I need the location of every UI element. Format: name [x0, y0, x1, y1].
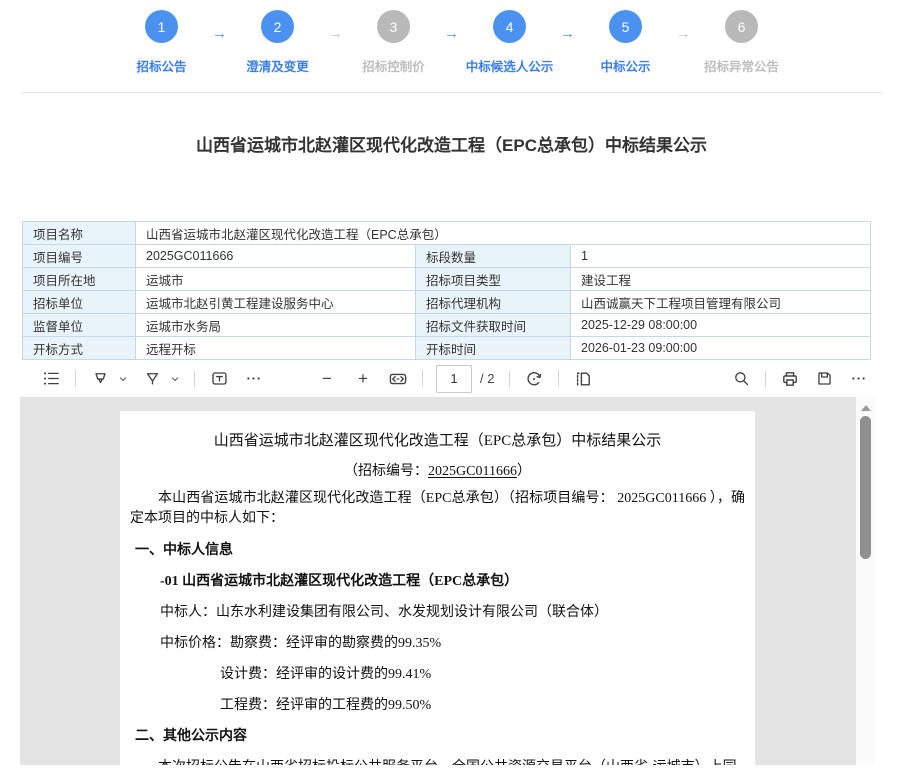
- field-label: 开标时间: [416, 337, 571, 360]
- field-value: 1: [571, 245, 871, 268]
- save-icon[interactable]: [814, 369, 834, 389]
- tender-code-line: （招标编号：2025GC011666）: [130, 462, 745, 481]
- search-icon[interactable]: [731, 369, 751, 389]
- toolbar-separator: [509, 370, 510, 387]
- field-value: 山西省运城市北赵灌区现代化改造工程（EPC总承包）: [136, 222, 871, 245]
- draw-icon[interactable]: [142, 369, 162, 389]
- arrow-right-icon: →: [325, 25, 347, 42]
- field-value: 远程开标: [136, 337, 416, 360]
- toolbar-separator: [194, 370, 195, 387]
- chevron-down-icon[interactable]: [169, 373, 181, 385]
- table-row: 监督单位 运城市水务局 招标文件获取时间 2025-12-29 08:00:00: [23, 314, 871, 337]
- field-value: 运城市水务局: [136, 314, 416, 337]
- field-value: 山西诚赢天下工程项目管理有限公司: [571, 291, 871, 314]
- document-title: 山西省运城市北赵灌区现代化改造工程（EPC总承包）中标结果公示: [130, 429, 745, 450]
- field-value: 2026-01-23 09:00:00: [571, 337, 871, 360]
- section1-heading: 一、中标人信息: [135, 541, 745, 560]
- step-label: 招标控制价: [362, 56, 425, 75]
- table-row: 开标方式 远程开标 开标时间 2026-01-23 09:00:00: [23, 337, 871, 360]
- field-label: 开标方式: [23, 337, 136, 360]
- toolbar-separator: [558, 370, 559, 387]
- zoom-in-icon[interactable]: +: [352, 369, 374, 389]
- field-label: 项目编号: [23, 245, 136, 268]
- vertical-scrollbar[interactable]: [856, 397, 875, 765]
- fit-width-icon[interactable]: [388, 369, 408, 389]
- zoom-out-icon[interactable]: −: [316, 369, 338, 389]
- intro-paragraph: 本山西省运城市北赵灌区现代化改造工程（EPC总承包）（招标项目编号： 2025G…: [130, 489, 745, 529]
- outline-icon[interactable]: [41, 369, 61, 389]
- section2-heading: 二、其他公示内容: [135, 727, 745, 746]
- stepper-step-award-publicity[interactable]: 5 中标公示: [579, 10, 673, 75]
- field-label: 招标单位: [23, 291, 136, 314]
- highlight-icon[interactable]: [90, 369, 110, 389]
- pdf-viewer: 山西省运城市北赵灌区现代化改造工程（EPC总承包）中标结果公示 （招标编号：20…: [20, 397, 875, 765]
- field-value: 运城市: [136, 268, 416, 291]
- stepper-step-abnormal-notice[interactable]: 6 招标异常公告: [695, 10, 789, 75]
- table-row: 项目名称 山西省运城市北赵灌区现代化改造工程（EPC总承包）: [23, 222, 871, 245]
- stepper-step-tender-notice[interactable]: 1 招标公告: [115, 10, 209, 75]
- add-text-icon[interactable]: [209, 369, 229, 389]
- stepper-step-candidate-publicity[interactable]: 4 中标候选人公示: [463, 10, 557, 75]
- table-row: 项目所在地 运城市 招标项目类型 建设工程: [23, 268, 871, 291]
- field-label: 标段数量: [416, 245, 571, 268]
- table-row: 招标单位 运城市北赵引黄工程建设服务中心 招标代理机构 山西诚赢天下工程项目管理…: [23, 291, 871, 314]
- toolbar-separator: [422, 370, 423, 387]
- arrow-right-icon: →: [557, 25, 579, 42]
- field-label: 招标代理机构: [416, 291, 571, 314]
- project-info-table: 项目名称 山西省运城市北赵灌区现代化改造工程（EPC总承包） 项目编号 2025…: [22, 221, 871, 360]
- step-label: 澄清及变更: [246, 56, 309, 75]
- winner-line: 中标人：山东水利建设集团有限公司、水发规划设计有限公司（联合体）: [160, 603, 745, 622]
- field-label: 招标文件获取时间: [416, 314, 571, 337]
- field-value: 运城市北赵引黄工程建设服务中心: [136, 291, 416, 314]
- step-label: 中标公示: [600, 56, 650, 75]
- step-number-badge: 3: [377, 10, 410, 43]
- arrow-right-icon: →: [209, 25, 231, 42]
- price-design-line: 设计费：经评审的设计费的99.41%: [220, 665, 745, 684]
- stepper-step-clarification[interactable]: 2 澄清及变更: [231, 10, 325, 75]
- field-value: 2025GC011666: [136, 245, 416, 268]
- step-number-badge: 1: [145, 10, 178, 43]
- more-options-icon[interactable]: [848, 369, 868, 389]
- step-number-badge: 6: [725, 10, 758, 43]
- field-value: 建设工程: [571, 268, 871, 291]
- field-label: 项目名称: [23, 222, 136, 245]
- scrollbar-thumb[interactable]: [860, 416, 871, 559]
- table-row: 项目编号 2025GC011666 标段数量 1: [23, 245, 871, 268]
- page-number-input[interactable]: [436, 365, 472, 393]
- stepper-step-control-price[interactable]: 3 招标控制价: [347, 10, 441, 75]
- tender-code-link[interactable]: 2025GC011666: [428, 464, 517, 479]
- field-label: 招标项目类型: [416, 268, 571, 291]
- arrow-right-icon: →: [441, 25, 463, 42]
- print-icon[interactable]: [780, 369, 800, 389]
- field-value: 2025-12-29 08:00:00: [571, 314, 871, 337]
- rotate-icon[interactable]: [524, 369, 544, 389]
- price-survey-line: 中标价格：勘察费：经评审的勘察费的99.35%: [160, 634, 745, 653]
- step-number-badge: 5: [609, 10, 642, 43]
- step-label: 招标公告: [136, 56, 186, 75]
- chevron-down-icon[interactable]: [117, 373, 129, 385]
- scroll-up-arrow-icon[interactable]: [861, 405, 871, 411]
- toolbar-separator: [75, 370, 76, 387]
- pdf-page: 山西省运城市北赵灌区现代化改造工程（EPC总承包）中标结果公示 （招标编号：20…: [120, 411, 755, 765]
- step-number-badge: 4: [493, 10, 526, 43]
- notice-line: 本次招标公告在山西省招标投标公共服务平台、全国公共资源交易平台（山西省·运城市）…: [130, 758, 745, 765]
- bid-process-stepper: 1 招标公告 → 2 澄清及变更 → 3 招标控制价 → 4 中标候选人公示 →…: [0, 0, 903, 75]
- field-label: 项目所在地: [23, 268, 136, 291]
- lot-heading: -01 山西省运城市北赵灌区现代化改造工程（EPC总承包）: [160, 572, 745, 591]
- more-tools-icon[interactable]: [243, 369, 263, 389]
- arrow-right-icon: →: [673, 25, 695, 42]
- section-divider: [20, 92, 883, 93]
- page-view-icon[interactable]: [573, 369, 593, 389]
- pdf-toolbar: − + / 2: [0, 360, 903, 397]
- step-label: 招标异常公告: [704, 56, 779, 75]
- step-label: 中标候选人公示: [466, 56, 554, 75]
- page-title: 山西省运城市北赵灌区现代化改造工程（EPC总承包）中标结果公示: [0, 131, 903, 156]
- toolbar-separator: [765, 370, 766, 387]
- price-construction-line: 工程费：经评审的工程费的99.50%: [220, 696, 745, 715]
- step-number-badge: 2: [261, 10, 294, 43]
- field-label: 监督单位: [23, 314, 136, 337]
- page-count-label: / 2: [480, 371, 494, 386]
